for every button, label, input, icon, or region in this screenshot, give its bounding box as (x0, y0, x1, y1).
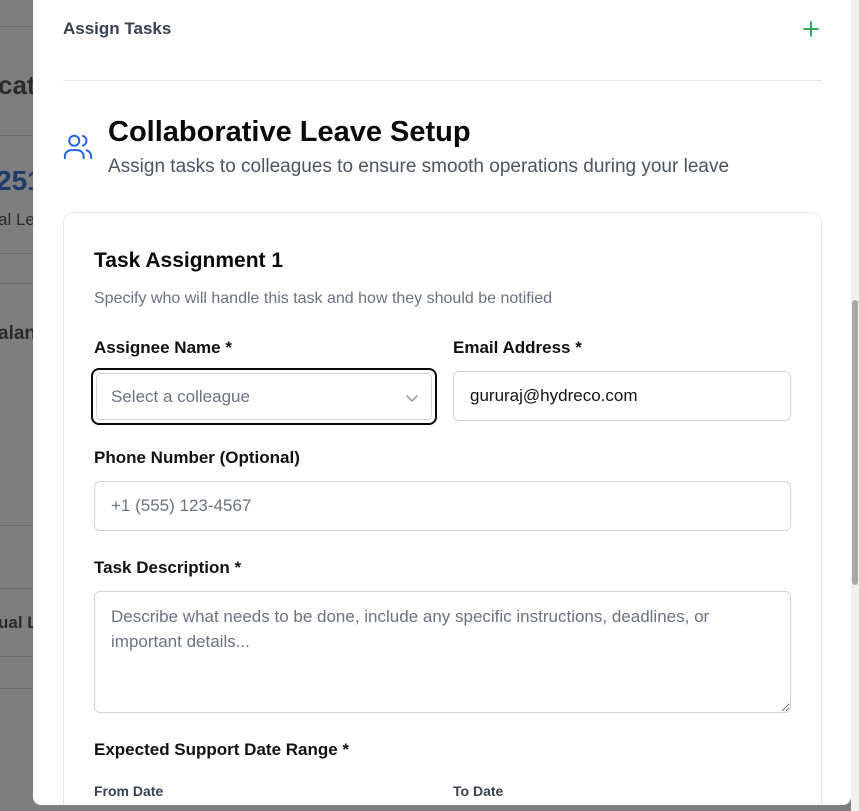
task-description-field[interactable] (94, 591, 791, 713)
card-subtitle: Specify who will handle this task and ho… (94, 290, 553, 307)
assignee-label: Assignee Name * (94, 338, 232, 357)
date-range-label: Expected Support Date Range * (94, 740, 350, 759)
card-title: Task Assignment 1 (94, 249, 284, 272)
assign-tasks-row[interactable]: Assign Tasks (63, 14, 822, 44)
users-icon (63, 132, 93, 162)
assignee-select-placeholder: Select a colleague (111, 386, 250, 406)
plus-icon[interactable] (800, 18, 822, 40)
divider (63, 80, 822, 81)
email-label: Email Address * (453, 338, 582, 357)
page-subtitle: Assign tasks to colleagues to ensure smo… (108, 156, 730, 177)
background-text: cat (0, 70, 36, 100)
assignee-select[interactable]: Select a colleague (91, 368, 437, 425)
chevron-down-icon (405, 390, 419, 404)
collaborative-leave-modal: Assign Tasks Collaborative Leave Setup A… (33, 0, 851, 805)
background-text: alan (0, 323, 37, 344)
scrollbar[interactable] (851, 0, 859, 811)
assign-tasks-title: Assign Tasks (63, 19, 172, 38)
task-assignment-card: Task Assignment 1 Specify who will handl… (63, 212, 822, 805)
phone-field[interactable] (94, 481, 791, 531)
to-date-label: To Date (453, 783, 504, 799)
from-date-label: From Date (94, 783, 164, 799)
page-title: Collaborative Leave Setup (108, 116, 471, 148)
task-description-label: Task Description * (94, 558, 242, 577)
scrollbar-thumb[interactable] (852, 300, 858, 585)
phone-label: Phone Number (Optional) (94, 448, 300, 467)
background-text: al Le (0, 210, 35, 229)
email-field[interactable] (453, 371, 791, 421)
